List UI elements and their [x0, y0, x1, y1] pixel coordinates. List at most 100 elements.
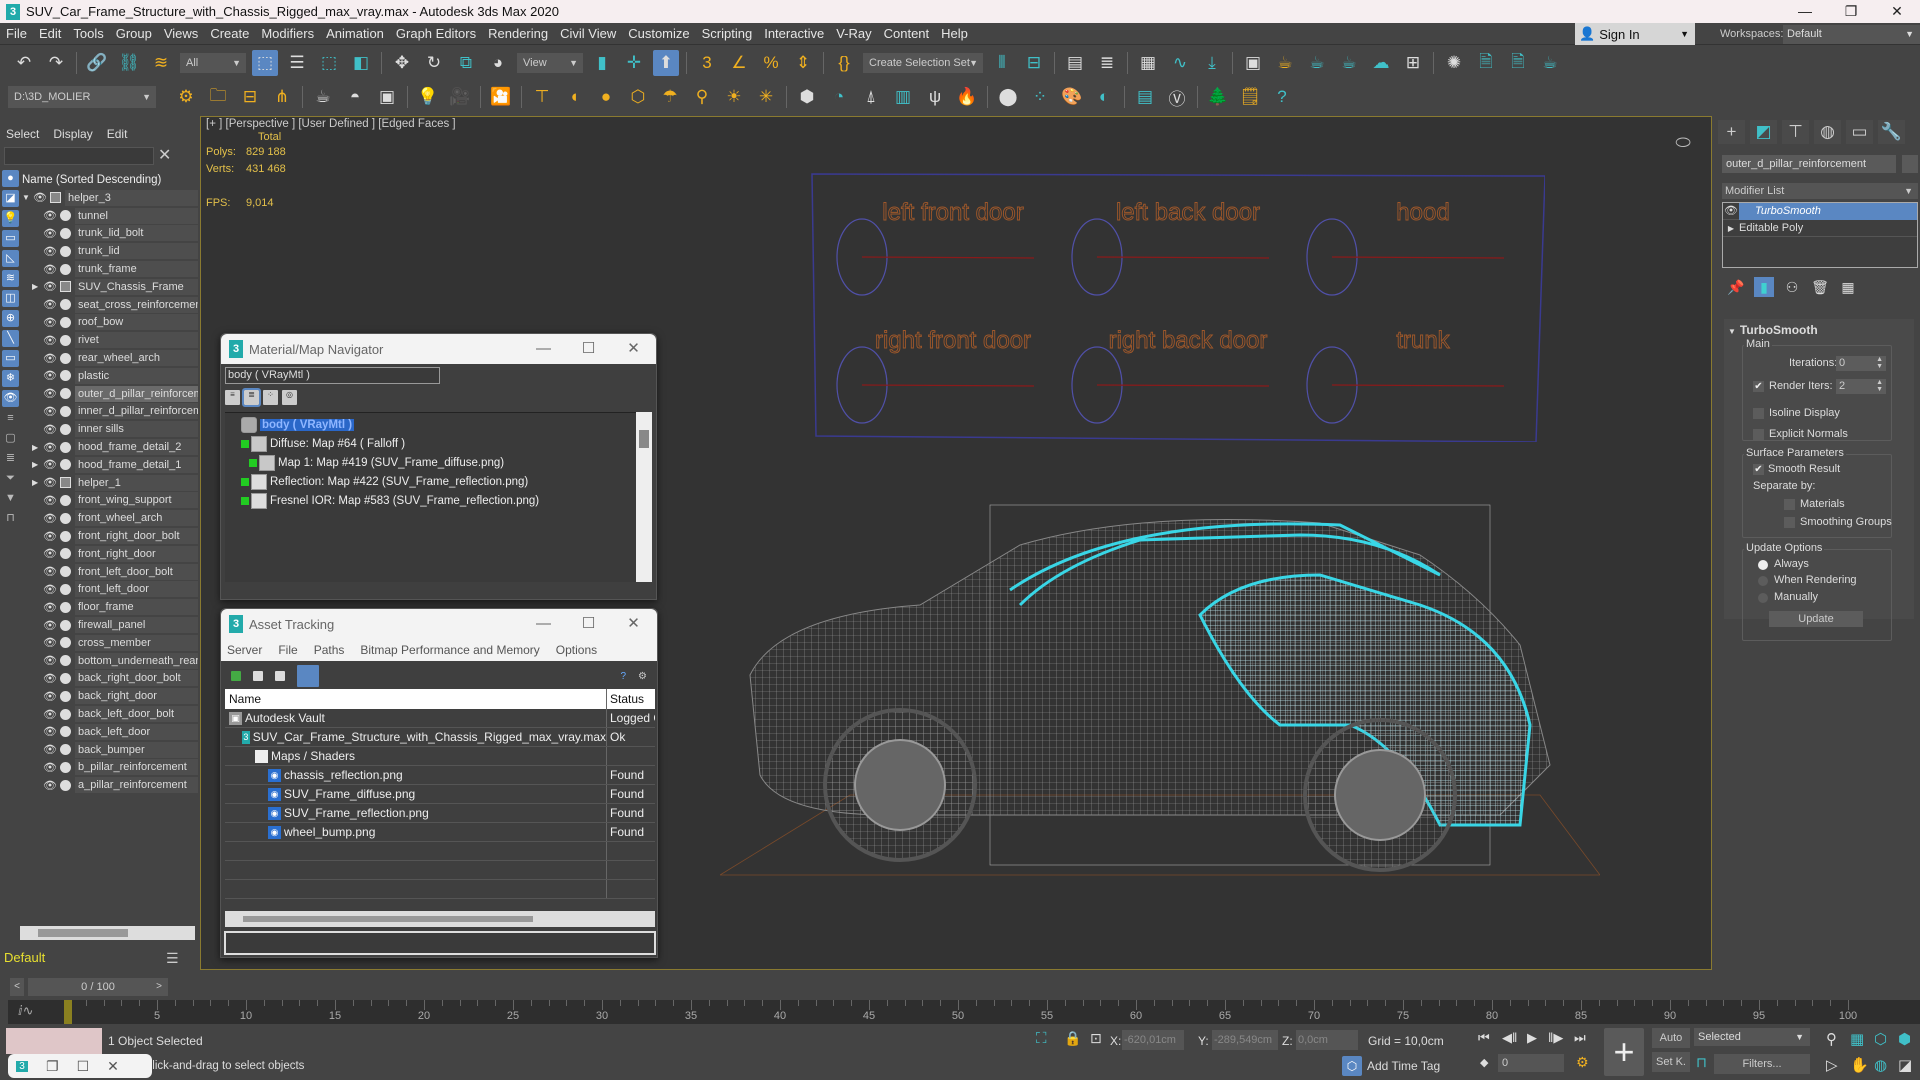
project-dropdown[interactable]: D:\3D_MOLIER ▼	[8, 86, 156, 108]
menu-animation[interactable]: Animation	[320, 26, 390, 41]
menu-scripting[interactable]: Scripting	[696, 26, 759, 41]
scene-list-item[interactable]: 👁 seat_cross_reinforcements	[22, 296, 198, 314]
asset-table-row[interactable]: ◉ chassis_reflection.png Found	[225, 766, 655, 785]
vray-plane-icon[interactable]: ⍋	[858, 84, 884, 110]
close-button[interactable]: ✕	[611, 609, 656, 639]
tree-node[interactable]: Diffuse: Map #64 ( Falloff )	[241, 436, 405, 452]
project-folder-icon[interactable]: 🗀	[205, 84, 231, 110]
time-configuration-icon[interactable]: ⚙	[1576, 1054, 1589, 1071]
visibility-eye-icon[interactable]: 👁	[32, 191, 48, 204]
scrollbar-thumb[interactable]	[38, 929, 128, 937]
rig-control[interactable]: left front door	[836, 199, 1035, 296]
move-icon[interactable]: ✥	[389, 50, 415, 76]
sign-in-dropdown[interactable]: 👤 Sign In ▼	[1575, 23, 1695, 45]
scene-list-item[interactable]: 👁 front_left_door	[22, 581, 198, 599]
visibility-eye-icon[interactable]: 👁	[42, 672, 58, 685]
iterations-spinner[interactable]: 0 ▲ ▼	[1836, 356, 1886, 371]
key-filter-dropdown[interactable]: Selected ▼	[1694, 1028, 1810, 1046]
asset-table-row[interactable]: 3 SUV_Car_Frame_Structure_with_Chassis_Ri…	[225, 728, 655, 747]
spinner-arrows-icon[interactable]: ▲ ▼	[1876, 356, 1883, 370]
always-radio[interactable]	[1758, 560, 1768, 570]
visibility-eye-icon[interactable]: 👁	[42, 708, 58, 721]
vray-material-convert-icon[interactable]: ◐	[1091, 84, 1117, 110]
vray-material-icon[interactable]: ⬤	[995, 84, 1021, 110]
zoom-icon[interactable]: ⚲	[1826, 1030, 1837, 1048]
visibility-eye-icon[interactable]: 👁	[42, 530, 58, 543]
asset-table-row[interactable]: ◉ SUV_Frame_reflection.png Found	[225, 804, 655, 823]
scene-list-item[interactable]: 👁 inner sills	[22, 420, 198, 438]
scene-list-item[interactable]: 👁 front_wheel_arch	[22, 509, 198, 527]
scene-list-item[interactable]: ▼ 👁 helper_3	[22, 189, 198, 207]
previous-key-icon[interactable]: ◀‖	[1502, 1030, 1517, 1046]
visibility-eye-icon[interactable]: 👁	[42, 209, 58, 222]
redo-icon[interactable]: ↷	[43, 50, 69, 76]
scene-list-item[interactable]: ▶ 👁 hood_frame_detail_2	[22, 438, 198, 456]
explicit-normals-checkbox[interactable]	[1753, 429, 1764, 440]
restore-button[interactable]: ❐	[1828, 0, 1874, 23]
visibility-eye-icon[interactable]: 👁	[42, 280, 58, 293]
minimize-button[interactable]: —	[1782, 0, 1828, 23]
scene-column-header[interactable]: Name (Sorted Descending)	[22, 171, 198, 189]
asset-table-row[interactable]	[225, 861, 655, 880]
vray-sky-icon[interactable]: ✳	[753, 84, 779, 110]
pin-stack-icon[interactable]: 📌	[1726, 277, 1746, 297]
display-tab-icon[interactable]: ▭	[1846, 120, 1873, 144]
scene-list-item[interactable]: 👁 firewall_panel	[22, 616, 198, 634]
placement-icon[interactable]: ◕	[485, 50, 511, 76]
helpers-filter-icon[interactable]: ◺	[2, 250, 19, 267]
menu-graph-editors[interactable]: Graph Editors	[390, 26, 482, 41]
make-unique-icon[interactable]: ⚇	[1782, 277, 1802, 297]
schematic-view-icon[interactable]: ⤓	[1199, 50, 1225, 76]
asset-table-row[interactable]	[225, 842, 655, 861]
scene-list-item[interactable]: 👁 trunk_frame	[22, 260, 198, 278]
visibility-eye-icon[interactable]: 👁	[42, 725, 58, 738]
maxscript-listener[interactable]	[6, 1028, 102, 1054]
close-button[interactable]: ✕	[1874, 0, 1920, 23]
view-list-thumbs-icon[interactable]: ≣	[242, 388, 261, 407]
hierarchy-tab-icon[interactable]: ⊤	[1782, 120, 1809, 144]
scene-list-item[interactable]: 👁 rear_wheel_arch	[22, 349, 198, 367]
visibility-eye-icon[interactable]: 👁	[42, 761, 58, 774]
vray-sun-bulb-icon[interactable]: ⚲	[689, 84, 715, 110]
scene-list-item[interactable]: 👁 back_right_door	[22, 687, 198, 705]
scene-search-input[interactable]	[4, 147, 154, 165]
asset-table-row[interactable]: ▣Autodesk VaultLogged Out	[225, 709, 655, 728]
menu-views[interactable]: Views	[158, 26, 204, 41]
scene-list-item[interactable]: 👁 b_pillar_reinforcement	[22, 759, 198, 777]
vray-ies-icon[interactable]: ⬡	[625, 84, 651, 110]
scene-list-item[interactable]: 👁 floor_frame	[22, 598, 198, 616]
scene-list-item[interactable]: 👁 cross_member	[22, 634, 198, 652]
scene-list-item[interactable]: 👁 trunk_lid_bolt	[22, 225, 198, 243]
render-setup-icon[interactable]: ☕	[1272, 50, 1298, 76]
scene-list-item[interactable]: 👁 roof_bow	[22, 314, 198, 332]
hierarchy-icon[interactable]: ⊓	[2, 510, 19, 527]
align-icon[interactable]: ⊟	[1021, 50, 1047, 76]
pivot-center-icon[interactable]: ▮	[589, 50, 615, 76]
containers-filter-icon[interactable]: ▭	[2, 350, 19, 367]
menu-paths[interactable]: Paths	[314, 643, 345, 657]
teapot-doc-icon[interactable]: ☕	[1537, 50, 1563, 76]
maximize-icon[interactable]: ☐	[77, 1058, 90, 1075]
spacewarps-filter-icon[interactable]: ≋	[2, 270, 19, 287]
rig-control[interactable]: right back door	[1071, 327, 1270, 424]
expand-arrow-icon[interactable]: ▶	[32, 460, 42, 469]
teapot-icon[interactable]: ☕	[310, 84, 336, 110]
isolate-selection-icon[interactable]: ⛶	[1036, 1030, 1047, 1047]
autodesk-a360-icon[interactable]: ✺	[1441, 50, 1467, 76]
scene-list-item[interactable]: 👁 back_left_door_bolt	[22, 705, 198, 723]
visibility-eye-icon[interactable]: 👁	[42, 405, 58, 418]
shapes-filter-icon[interactable]: ◪	[2, 190, 19, 207]
scene-list-item[interactable]: 👁 front_right_door_bolt	[22, 527, 198, 545]
vray-fire-icon[interactable]: 🔥	[954, 84, 980, 110]
scene-list-item[interactable]: 👁 back_left_door	[22, 723, 198, 741]
zoom-all-icon[interactable]: ▦	[1850, 1030, 1864, 1048]
scene-list-item[interactable]: ▶ 👁 helper_1	[22, 474, 198, 492]
orbit-icon[interactable]: ◍	[1874, 1056, 1887, 1074]
workspaces-dropdown[interactable]: Default ▼	[1783, 25, 1920, 44]
menu-file[interactable]: File	[0, 26, 33, 41]
menu-vray[interactable]: V-Ray	[830, 26, 877, 41]
material-navigator-titlebar[interactable]: 3 Material/Map Navigator — ☐ ✕	[221, 334, 656, 364]
edit-named-selection-icon[interactable]: {}	[831, 50, 857, 76]
visibility-eye-icon[interactable]: 👁	[42, 636, 58, 649]
display-none-icon[interactable]: ▢	[2, 430, 19, 447]
